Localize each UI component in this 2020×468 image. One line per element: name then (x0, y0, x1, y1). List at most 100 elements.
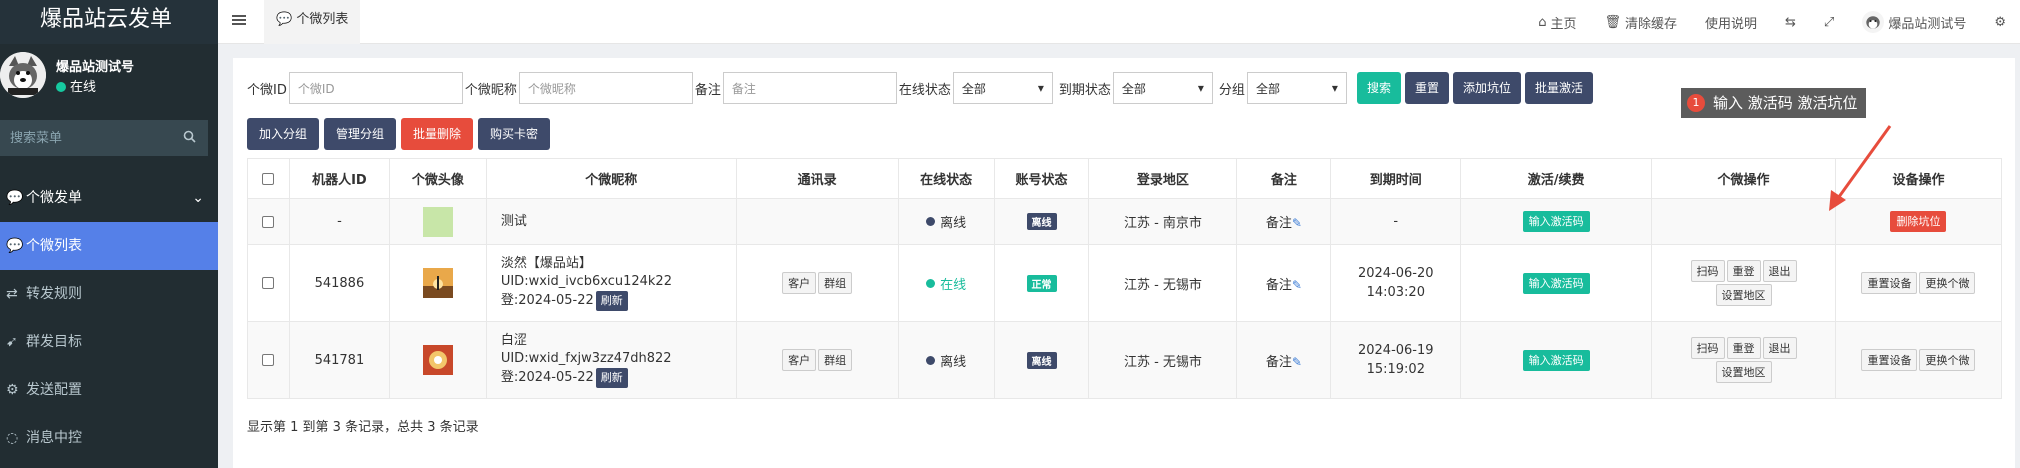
refresh-button[interactable]: 刷新 (595, 368, 628, 388)
tab-label: 个微列表 (296, 12, 349, 27)
online-status-cell: 离线 (897, 321, 995, 399)
online-status-cell: 在线 (897, 244, 995, 322)
sidebar-item-label: 转发规则 (26, 286, 82, 302)
column-header[interactable]: 机器人ID (288, 158, 390, 199)
select-all-checkbox[interactable] (262, 172, 275, 185)
change-wechat-button[interactable]: 更换个微 (1919, 272, 1976, 294)
help-label: 使用说明 (1705, 16, 1758, 32)
sidebar-search-input[interactable] (0, 120, 170, 156)
expire-label: 到期状态 (1058, 82, 1111, 98)
scan-button[interactable]: 扫码 (1690, 337, 1725, 359)
nickname: 测试 (500, 213, 527, 229)
home-link[interactable]: ⌂ 主页 (1524, 13, 1590, 32)
select-all-cell (247, 158, 290, 199)
settings-button[interactable]: ⚙ (1980, 15, 2020, 30)
column-header: 设备操作 (1834, 158, 2003, 199)
column-header: 备注 (1236, 158, 1332, 199)
tab-wechat-list[interactable]: 💬 个微列表 (264, 0, 361, 44)
buy-card-button[interactable]: 购买卡密 (478, 118, 551, 150)
online-select[interactable]: 全部 ▾ (952, 72, 1053, 104)
tooltip-text: 输入 激活码 激活坑位 (1713, 94, 1858, 112)
sidebar-item-wechat-list[interactable]: 💬 个微列表 (0, 222, 218, 270)
enter-activation-code-button[interactable]: 输入激活码 (1522, 349, 1590, 371)
row-select-cell (247, 244, 290, 322)
enter-activation-code-button[interactable]: 输入激活码 (1522, 211, 1590, 232)
pencil-icon[interactable]: ✎ (1292, 355, 1302, 369)
nickname-cell: 测试 (485, 198, 737, 245)
account-menu[interactable]: 爆品站测试号 (1848, 11, 1980, 33)
sidebar-item-forward-rules[interactable]: ⇄ 转发规则 (0, 270, 218, 318)
row-checkbox[interactable] (262, 354, 275, 366)
translate-button[interactable]: ⇆ (1771, 15, 1810, 30)
device-ops-cell: 删除坑位 (1834, 198, 2003, 245)
wechat-table: 机器人ID 个微头像 个微昵称 通讯录 在线状态 账号状态 登录地区 备注 到期… (247, 158, 2003, 399)
region-cell: 江苏 - 无锡市 (1088, 321, 1238, 399)
sidebar-item-mass-target[interactable]: ➹ 群发目标 (0, 318, 218, 366)
reset-device-button[interactable]: 重置设备 (1861, 272, 1918, 294)
pagination-info: 显示第 1 到第 3 条记录，总共 3 条记录 (247, 420, 479, 435)
chat-icon: ◌ (6, 430, 19, 446)
add-group-button[interactable]: 加入分组 (247, 118, 320, 150)
customers-button[interactable]: 客户 (782, 272, 817, 294)
offline-dot-icon (926, 217, 936, 226)
column-header: 个微操作 (1651, 158, 1836, 199)
column-header[interactable]: 到期时间 (1330, 158, 1462, 199)
remark-text: 备注 (1265, 354, 1292, 370)
menu-toggle-icon[interactable] (232, 13, 246, 31)
login-date: 登:2024-05-22 (500, 370, 594, 385)
batch-delete-button[interactable]: 批量删除 (401, 118, 474, 150)
customers-button[interactable]: 客户 (782, 349, 817, 371)
pencil-icon[interactable]: ✎ (1292, 278, 1302, 292)
fullscreen-button[interactable]: ⤢ (1810, 15, 1848, 30)
delete-slot-button[interactable]: 删除坑位 (1890, 211, 1947, 232)
row-checkbox[interactable] (262, 277, 275, 289)
add-slot-button[interactable]: 添加坑位 (1452, 72, 1521, 104)
online-status: 离线 (940, 216, 967, 231)
enter-activation-code-button[interactable]: 输入激活码 (1522, 272, 1590, 294)
set-region-button[interactable]: 设置地区 (1715, 284, 1772, 306)
row-checkbox[interactable] (262, 215, 275, 228)
refresh-button[interactable]: 刷新 (595, 291, 628, 311)
relogin-button[interactable]: 重登 (1726, 260, 1761, 282)
groups-button[interactable]: 群组 (818, 272, 853, 294)
remark-cell[interactable]: 备注✎ (1236, 198, 1332, 245)
expire-select[interactable]: 全部 ▾ (1112, 72, 1213, 104)
remark-input[interactable]: 备注 (722, 72, 897, 104)
remark-cell[interactable]: 备注✎ (1236, 321, 1332, 399)
id-input[interactable]: 个微ID (288, 72, 463, 104)
logout-button[interactable]: 退出 (1762, 337, 1797, 359)
sidebar-item-wechat-send[interactable]: 💬 个微发单 ⌄ (0, 174, 218, 222)
rocket-icon: ➹ (6, 334, 18, 350)
group-label: 分组 (1218, 82, 1245, 98)
logout-button[interactable]: 退出 (1762, 260, 1797, 282)
set-region-button[interactable]: 设置地区 (1715, 361, 1772, 383)
navbar-right: ⌂ 主页 🗑 清除缓存 使用说明 ⇆ ⤢ 爆品站测试号 ⚙ (1524, 0, 2020, 44)
change-wechat-button[interactable]: 更换个微 (1919, 349, 1976, 371)
search-button[interactable]: 搜索 (1356, 72, 1401, 104)
reset-button[interactable]: 重置 (1404, 72, 1449, 104)
group-select[interactable]: 全部 ▾ (1246, 72, 1347, 104)
scan-button[interactable]: 扫码 (1690, 260, 1725, 282)
sidebar-item-send-config[interactable]: ⚙ 发送配置 (0, 366, 218, 414)
account-name: 爆品站测试号 (1888, 16, 1967, 32)
id-label: 个微ID (247, 82, 287, 98)
manage-group-button[interactable]: 管理分组 (324, 118, 397, 150)
wechat-icon: 💬 (276, 12, 293, 27)
caret-down-icon: ▾ (1331, 81, 1338, 95)
remark-cell[interactable]: 备注✎ (1236, 244, 1332, 322)
relogin-button[interactable]: 重登 (1726, 337, 1761, 359)
robot-id-cell: 541781 (288, 321, 390, 399)
reset-device-button[interactable]: 重置设备 (1861, 349, 1918, 371)
sidebar-item-message-center[interactable]: ◌ 消息中控 (0, 414, 218, 462)
groups-button[interactable]: 群组 (818, 349, 853, 371)
pencil-icon[interactable]: ✎ (1292, 216, 1302, 230)
chevron-down-icon: ⌄ (192, 190, 204, 206)
batch-activate-button[interactable]: 批量激活 (1524, 72, 1593, 104)
clear-cache-link[interactable]: 🗑 清除缓存 (1590, 13, 1691, 32)
nick-input[interactable]: 个微昵称 (518, 72, 693, 104)
caret-down-icon: ▾ (1037, 81, 1044, 95)
sidebar-item-label: 个微列表 (26, 238, 82, 254)
activate-cell: 输入激活码 (1460, 198, 1653, 245)
search-icon[interactable] (183, 130, 196, 147)
help-link[interactable]: 使用说明 (1691, 13, 1771, 32)
